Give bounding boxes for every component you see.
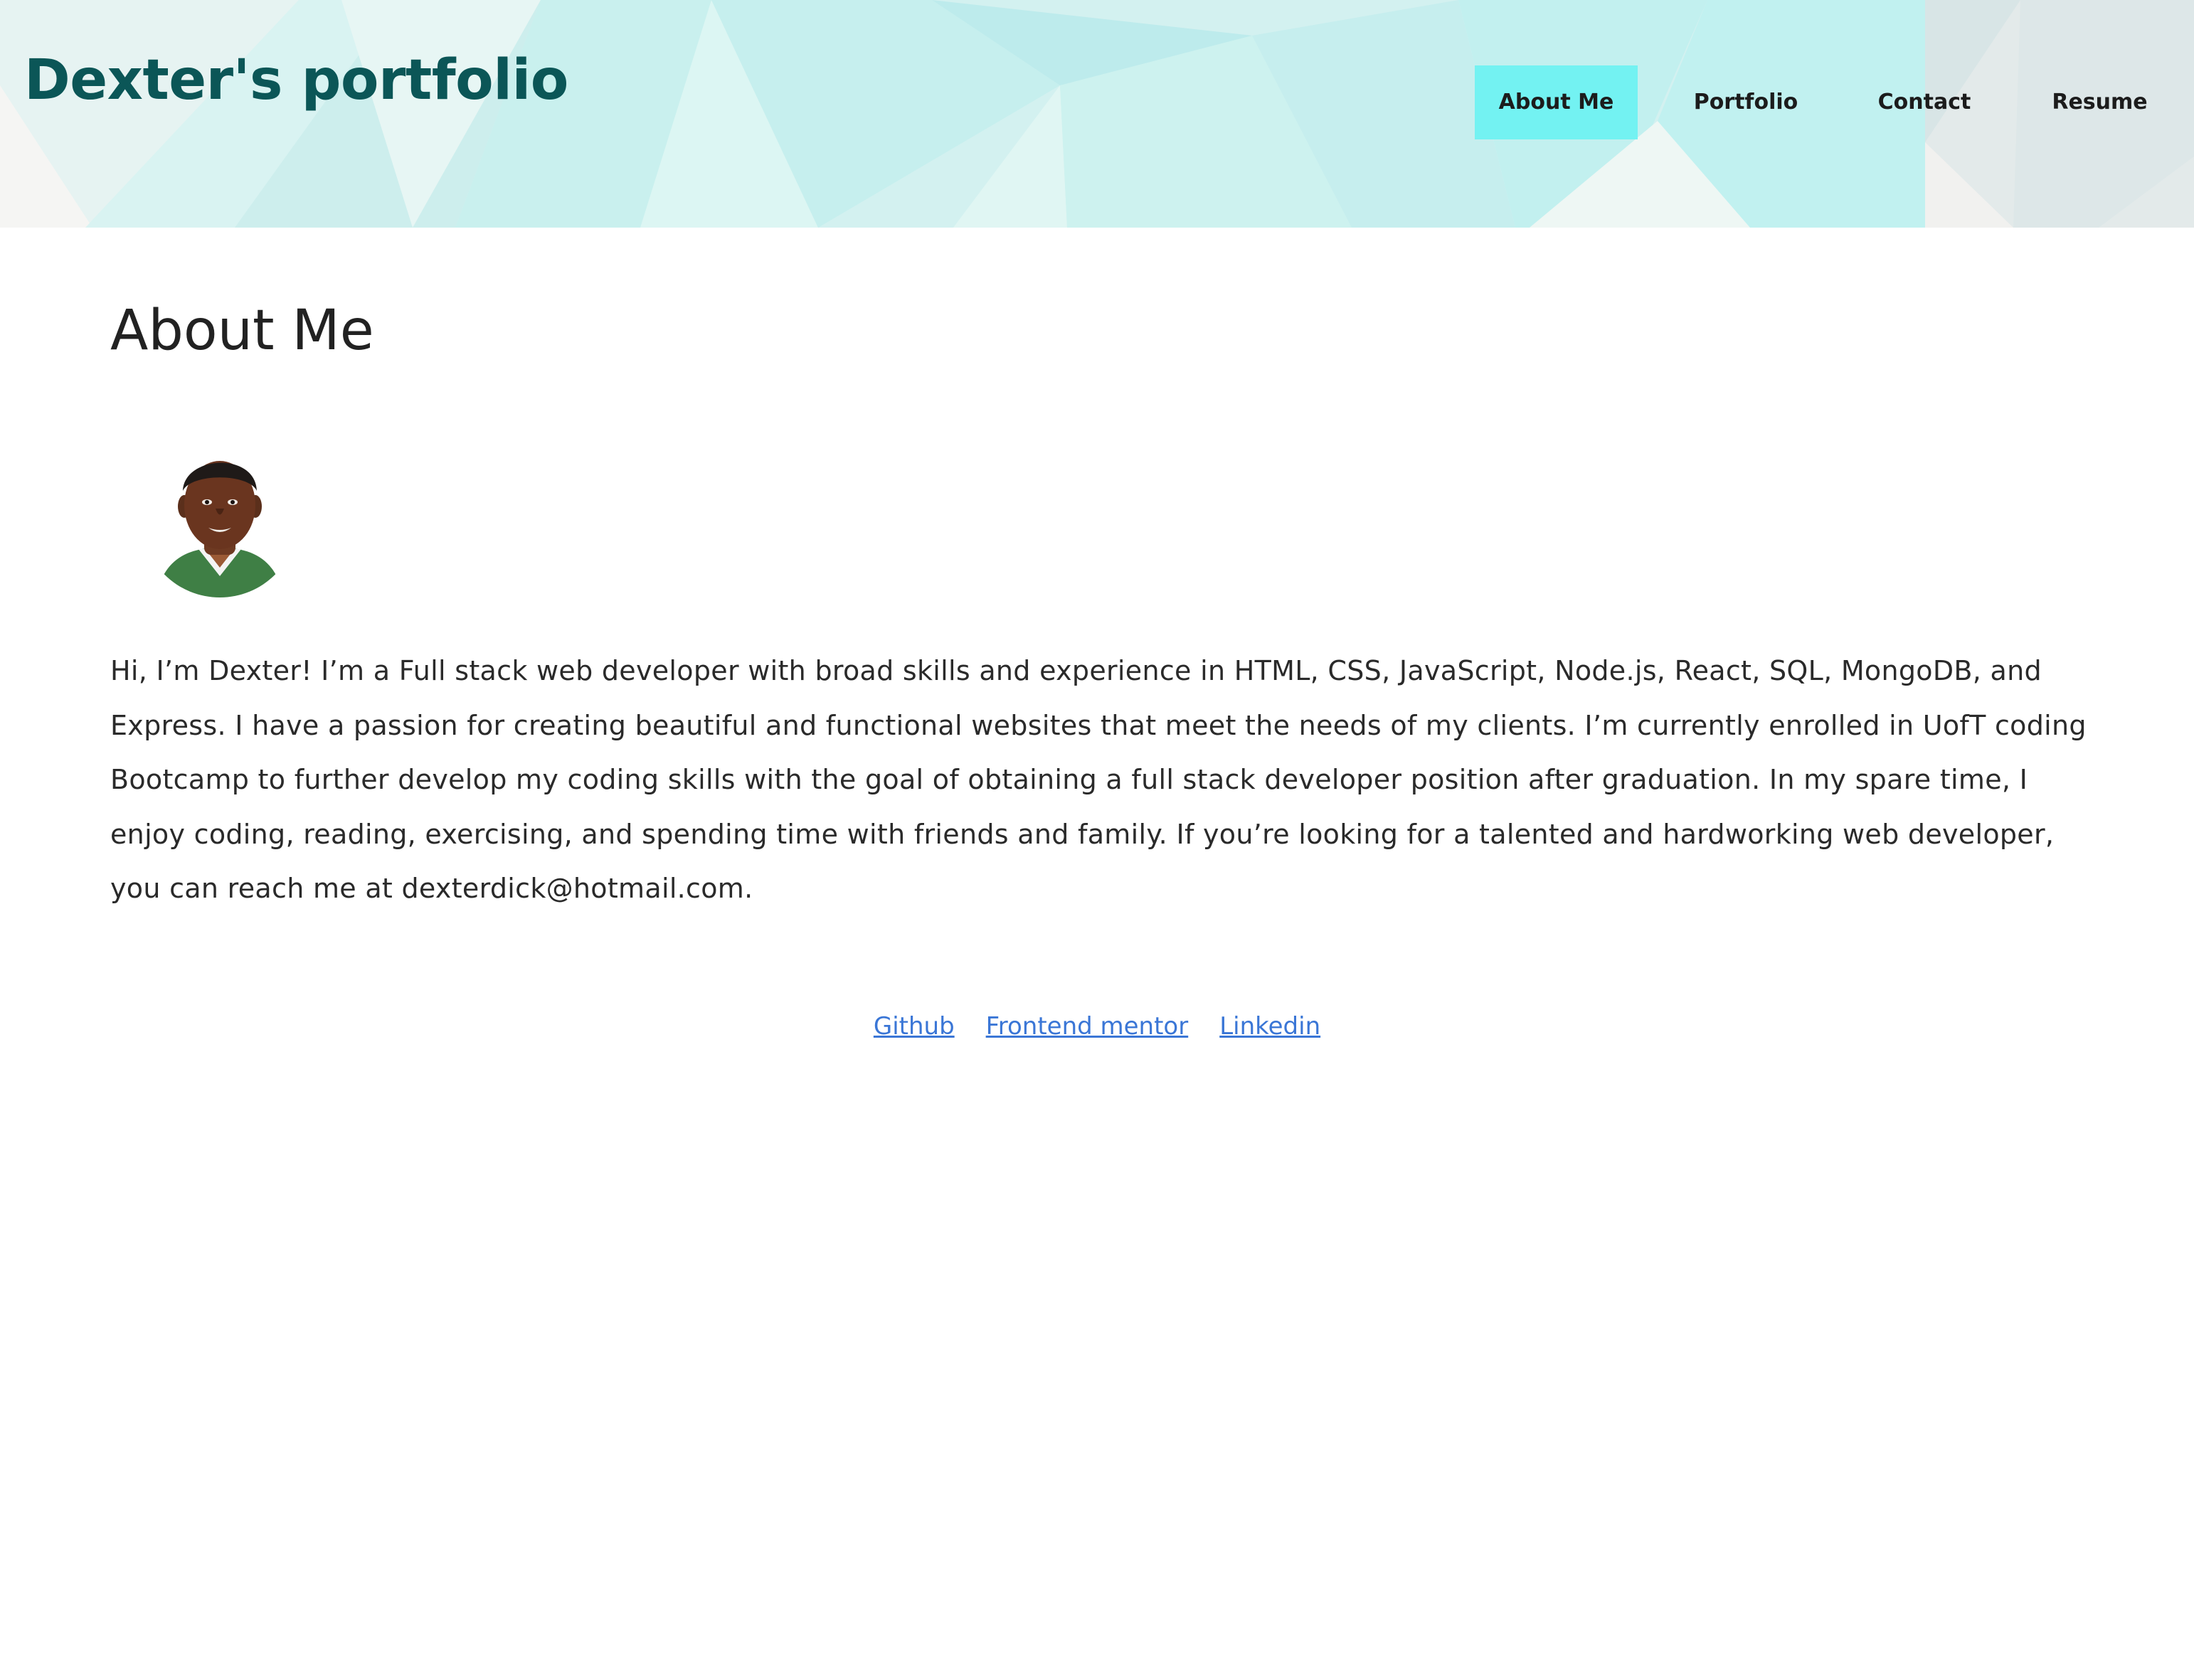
nav-item-about-me[interactable]: About Me bbox=[1475, 65, 1638, 139]
profile-photo-icon bbox=[142, 441, 298, 597]
site-header: Dexter's portfolio About Me Portfolio Co… bbox=[0, 0, 2194, 228]
nav-item-contact[interactable]: Contact bbox=[1857, 65, 1992, 139]
page-heading: About Me bbox=[110, 299, 374, 363]
frontend-mentor-link[interactable]: Frontend mentor bbox=[986, 1012, 1189, 1041]
github-link[interactable]: Github bbox=[874, 1012, 955, 1041]
avatar bbox=[142, 441, 298, 597]
linkedin-link[interactable]: Linkedin bbox=[1219, 1012, 1320, 1041]
main-nav: About Me Portfolio Contact Resume bbox=[0, 65, 2194, 139]
bio-paragraph: Hi, I’m Dexter! I’m a Full stack web dev… bbox=[110, 655, 2087, 904]
nav-item-portfolio[interactable]: Portfolio bbox=[1679, 65, 1813, 139]
social-links: Github Frontend mentor Linkedin bbox=[0, 1009, 2194, 1044]
nav-item-resume[interactable]: Resume bbox=[2031, 65, 2168, 139]
about-section: About Me Hi, I’m Dexter! I’m a Full stac… bbox=[110, 285, 2088, 904]
